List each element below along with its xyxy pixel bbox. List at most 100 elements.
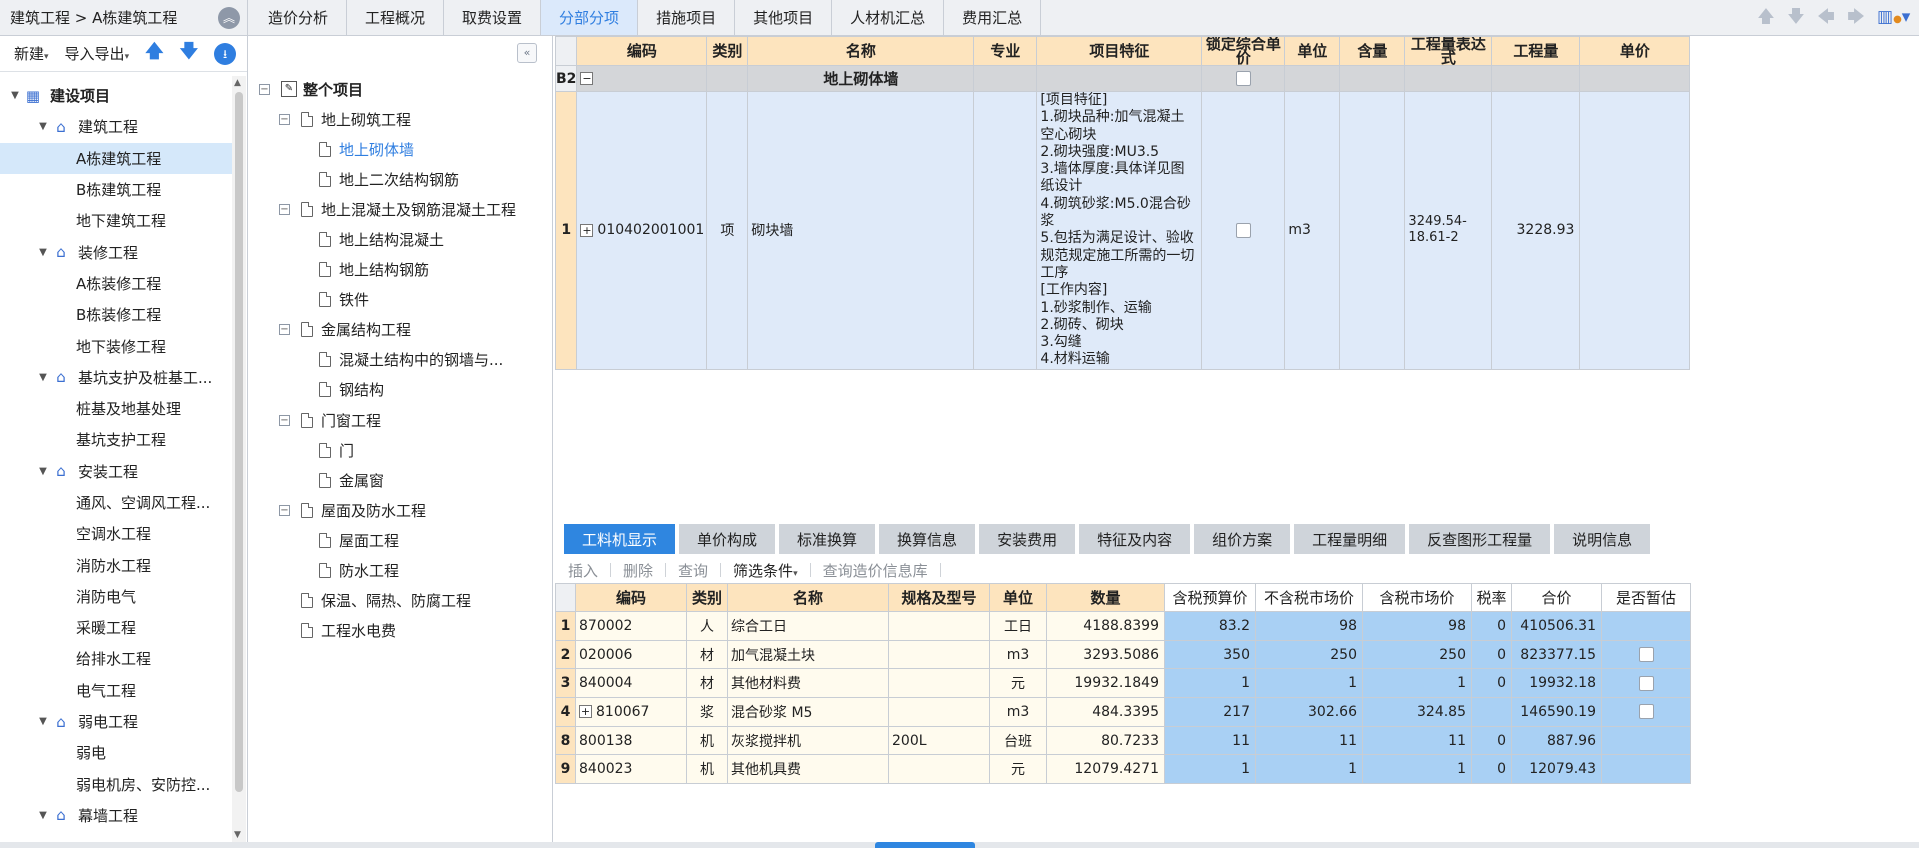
tab-6[interactable]: 其他项目	[735, 0, 833, 35]
resource-cat[interactable]: 材	[686, 639, 728, 670]
section-tree-item[interactable]: 保温、隔热、防腐工程	[249, 586, 553, 616]
project-tree-item[interactable]: 桩基及地基处理	[0, 393, 232, 424]
resource-spec[interactable]	[888, 754, 990, 785]
resource-total[interactable]: 12079.43	[1511, 754, 1602, 785]
column-header[interactable]: 含税市场价	[1362, 583, 1472, 612]
resource-name[interactable]: 其他机具费	[727, 754, 889, 785]
estimate-cell[interactable]	[1601, 754, 1691, 785]
item-expression[interactable]: 3249.54-18.61-2	[1404, 91, 1493, 370]
resource-rate[interactable]: 0	[1471, 725, 1512, 756]
new-button[interactable]: 新建▾	[14, 43, 49, 64]
column-header[interactable]: 税率	[1471, 583, 1512, 612]
resource-unit[interactable]: 台班	[989, 725, 1047, 756]
section-tree-item[interactable]: 混凝土结构中的钢墙与...	[249, 345, 553, 375]
detail-tab-2[interactable]: 单价构成	[679, 524, 776, 554]
detail-tab-3[interactable]: 标准换算	[779, 524, 876, 554]
resource-tax-market[interactable]: 250	[1362, 639, 1472, 670]
project-tree-item[interactable]: 采暖工程	[0, 612, 232, 643]
expand-caret-icon[interactable]: ▼	[36, 372, 50, 383]
item-content[interactable]	[1339, 91, 1406, 370]
resource-tax-budget[interactable]: 1	[1164, 754, 1256, 785]
section-tree-item[interactable]: − 金属结构工程	[249, 315, 553, 345]
item-unit[interactable]: m3	[1284, 91, 1341, 370]
resource-notax-market[interactable]: 302.66	[1255, 697, 1363, 727]
filter-dropdown[interactable]: 筛选条件▾	[733, 560, 798, 581]
column-header[interactable]: 名称	[747, 36, 975, 66]
move-down-icon[interactable]: 🡇	[180, 39, 199, 69]
estimate-cell[interactable]	[1601, 668, 1691, 699]
project-tree-item[interactable]: 地下建筑工程	[0, 205, 232, 236]
resource-tax-market[interactable]: 1	[1362, 668, 1472, 699]
estimate-checkbox[interactable]	[1638, 704, 1654, 720]
resource-name[interactable]: 其他材料费	[727, 668, 889, 699]
project-tree-item[interactable]: 消防水工程	[0, 549, 232, 580]
resource-row[interactable]: 1 870002 人综合工日 工日 4188.8399 83.2 98 98 0 410506.3…	[555, 611, 1691, 641]
import-export-button[interactable]: 导入导出▾	[65, 43, 130, 64]
detail-tab-7[interactable]: 组价方案	[1194, 524, 1291, 554]
resource-tax-market[interactable]: 11	[1362, 725, 1472, 756]
tab-2[interactable]: 工程概况	[347, 0, 445, 35]
section-tree-item[interactable]: − 屋面及防水工程	[249, 495, 553, 525]
column-header[interactable]: 专业	[973, 36, 1038, 66]
lock-price-cell[interactable]	[1201, 65, 1286, 92]
column-header[interactable]: 类别	[706, 36, 749, 66]
section-tree-item[interactable]: − 地上砌筑工程	[249, 104, 553, 134]
resource-unit[interactable]: m3	[989, 697, 1047, 727]
project-tree-item[interactable]: 电气工程	[0, 675, 232, 706]
resource-unit[interactable]: m3	[989, 639, 1047, 670]
resource-tax-budget[interactable]: 1	[1164, 668, 1256, 699]
project-tree-item[interactable]: ▼ ⌂ 弱电工程	[0, 706, 232, 737]
section-tree-item[interactable]: − 地上混凝土及钢筋混凝土工程	[249, 194, 553, 224]
resource-qty[interactable]: 484.3395	[1046, 697, 1165, 727]
section-tree-item[interactable]: 防水工程	[249, 556, 553, 586]
resource-row[interactable]: 2 020006 材加气混凝土块 m3 3293.5086 350 250 250 0 82337…	[555, 639, 1691, 670]
lock-price-checkbox[interactable]	[1235, 71, 1251, 86]
group-row[interactable]: B2 − 地上砌体墙	[555, 65, 1691, 92]
column-header[interactable]: 含量	[1339, 36, 1406, 66]
section-tree-item[interactable]: 门	[249, 435, 553, 465]
resource-tax-budget[interactable]: 350	[1164, 639, 1256, 670]
resource-tax-budget[interactable]: 11	[1164, 725, 1256, 756]
resource-row[interactable]: 4 +810067 浆混合砂浆 M5 m3 484.3395 217 302.66 324.8…	[555, 697, 1691, 727]
detail-tab-5[interactable]: 安装费用	[979, 524, 1076, 554]
expand-caret-icon[interactable]: ▼	[36, 810, 50, 821]
move-up-icon[interactable]: 🡅	[145, 39, 164, 69]
expand-caret-icon[interactable]: ▼	[36, 247, 50, 258]
expand-caret-icon[interactable]: ▼	[36, 716, 50, 727]
tab-7[interactable]: 人材机汇总	[832, 0, 945, 35]
expand-caret-icon[interactable]: ▼	[8, 90, 22, 101]
project-tree-item[interactable]: ▼ ⌂ 幕墙工程	[0, 800, 232, 831]
project-tree-item[interactable]: ▼ ⌂ 安装工程	[0, 456, 232, 487]
section-tree-item[interactable]: 地上结构钢筋	[249, 255, 553, 285]
resource-code[interactable]: 840023	[575, 754, 687, 785]
resource-code[interactable]: 840004	[575, 668, 687, 699]
column-header[interactable]: 规格及型号	[888, 583, 990, 612]
resource-qty[interactable]: 12079.4271	[1046, 754, 1165, 785]
collapse-box-icon[interactable]: −	[279, 203, 290, 215]
project-tree-item[interactable]: 空调水工程	[0, 518, 232, 549]
column-header[interactable]: 工程量	[1491, 36, 1581, 66]
estimate-cell[interactable]	[1601, 725, 1691, 756]
item-category[interactable]: 项	[706, 91, 749, 370]
scroll-up-icon[interactable]: ▲	[234, 78, 241, 88]
resource-code[interactable]: 870002	[575, 611, 687, 641]
column-header[interactable]: 不含税市场价	[1255, 583, 1363, 612]
section-tree-item[interactable]: − ✎ 整个项目	[249, 74, 553, 104]
project-tree-item[interactable]: ▼ ⌂ 基坑支护及桩基工...	[0, 362, 232, 393]
resource-unit[interactable]: 元	[989, 754, 1047, 785]
query-price-db-button[interactable]: 查询造价信息库	[823, 560, 928, 581]
resource-row[interactable]: 3 840004 材其他材料费 元 19932.1849 1 1 1 0 19932.18	[555, 668, 1691, 699]
resource-notax-market[interactable]: 98	[1255, 611, 1363, 641]
arrow-down-icon[interactable]: 🡇	[1787, 6, 1805, 28]
estimate-cell[interactable]	[1601, 697, 1691, 727]
detail-tab-9[interactable]: 反查图形工程量	[1409, 524, 1551, 554]
item-quantity[interactable]: 3228.93	[1491, 91, 1581, 370]
resource-unit[interactable]: 元	[989, 668, 1047, 699]
chevron-up-double-icon[interactable]: ︽	[218, 7, 240, 29]
detail-tab-1[interactable]: 工料机显示	[564, 524, 676, 554]
section-tree-item[interactable]: 地上砌体墙	[249, 134, 553, 164]
tab-4[interactable]: 分部分项	[541, 0, 639, 35]
lock-price-cell[interactable]	[1201, 91, 1286, 370]
project-tree-item[interactable]: 消防电气	[0, 581, 232, 612]
column-header[interactable]: 编码	[575, 583, 687, 612]
